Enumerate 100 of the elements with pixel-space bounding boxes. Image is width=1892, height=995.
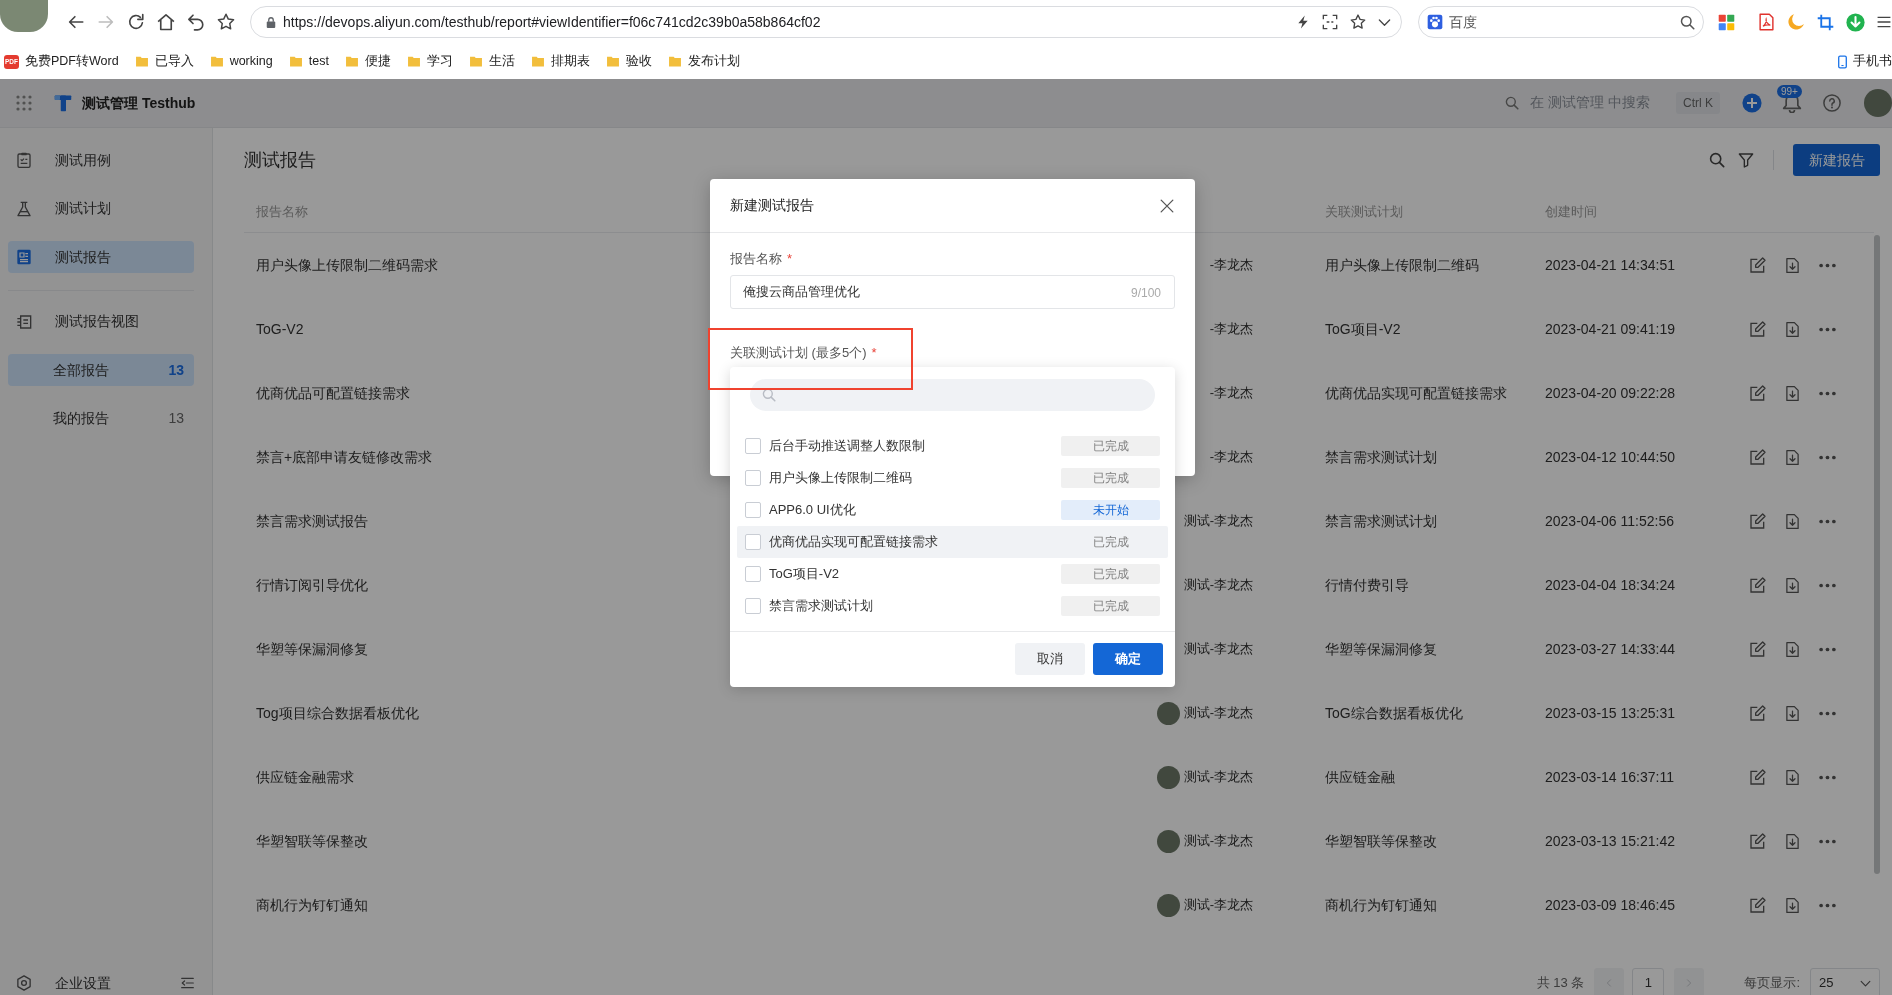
bookmark[interactable]: 学习	[406, 52, 453, 71]
avatar[interactable]	[1864, 89, 1892, 117]
lightning-icon[interactable]	[1296, 14, 1310, 30]
report-name[interactable]: ToG-V2	[256, 318, 304, 340]
report-name[interactable]: 禁言+底部申请友链修改需求	[256, 446, 433, 468]
reload-icon[interactable]	[127, 13, 145, 31]
report-name[interactable]: 行情订阅引导优化	[256, 574, 368, 596]
edit-icon[interactable]	[1750, 385, 1766, 401]
edit-icon[interactable]	[1750, 897, 1766, 913]
report-name[interactable]: 优商优品可配置链接需求	[256, 382, 410, 404]
search-input[interactable]: 百度	[1449, 11, 1674, 33]
plan-option[interactable]: APP6.0 UI优化 未开始	[737, 494, 1168, 526]
view-group-header[interactable]: 测试报告视图	[8, 305, 194, 338]
checkbox[interactable]	[745, 438, 761, 454]
settings-item[interactable]: 企业设置	[16, 972, 111, 994]
page-button[interactable]: 1	[1632, 968, 1665, 995]
more-icon[interactable]	[1819, 902, 1836, 908]
edit-icon[interactable]	[1750, 705, 1766, 721]
file-download-icon[interactable]	[1785, 896, 1800, 914]
checkbox[interactable]	[745, 502, 761, 518]
report-name[interactable]: 华塑智联等保整改	[256, 830, 368, 852]
more-icon[interactable]	[1819, 326, 1836, 332]
plan-option[interactable]: 优商优品实现可配置链接需求 已完成	[737, 526, 1168, 558]
checkbox[interactable]	[745, 470, 761, 486]
view-item[interactable]: 全部报告 13	[8, 354, 194, 386]
more-icon[interactable]	[1819, 454, 1836, 460]
edit-icon[interactable]	[1750, 321, 1766, 337]
report-name[interactable]: 华塑等保漏洞修复	[256, 638, 368, 660]
sidebar-item[interactable]: 测试计划	[8, 192, 194, 225]
edit-icon[interactable]	[1750, 641, 1766, 657]
search-icon[interactable]	[1680, 14, 1695, 30]
checkbox[interactable]	[745, 534, 761, 550]
sidebar-item[interactable]: 测试用例	[8, 144, 194, 176]
report-name[interactable]: Tog项目综合数据看板优化	[256, 702, 419, 724]
plan-option[interactable]: 后台手动推送调整人数限制 已完成	[737, 430, 1168, 462]
close-icon[interactable]	[1160, 198, 1174, 213]
home-icon[interactable]	[157, 13, 175, 31]
edit-icon[interactable]	[1750, 513, 1766, 529]
checkbox[interactable]	[745, 598, 761, 614]
more-icon[interactable]	[1819, 838, 1836, 844]
view-item[interactable]: 我的报告 13	[8, 402, 194, 434]
bookmark[interactable]: 验收	[605, 52, 652, 71]
bookmark[interactable]: 生活	[468, 52, 515, 71]
more-icon[interactable]	[1819, 262, 1836, 268]
bookmark[interactable]: 已导入	[134, 52, 194, 71]
file-download-icon[interactable]	[1785, 256, 1800, 274]
edit-icon[interactable]	[1750, 833, 1766, 849]
bookmark[interactable]: test	[288, 52, 329, 71]
back-icon[interactable]	[67, 13, 85, 31]
report-name[interactable]: 用户头像上传限制二维码需求	[256, 254, 438, 276]
download-icon[interactable]	[1846, 12, 1865, 32]
plan-option[interactable]: 用户头像上传限制二维码 已完成	[737, 462, 1168, 494]
apps-grid-icon[interactable]	[16, 95, 32, 111]
sidebar-item[interactable]: 测试报告	[8, 241, 194, 273]
page-size-select[interactable]: 25	[1810, 968, 1880, 995]
star-icon[interactable]	[1350, 14, 1366, 30]
search-icon[interactable]	[1709, 152, 1725, 168]
edit-icon[interactable]	[1750, 257, 1766, 273]
plan-option[interactable]: ToG项目-V2 已完成	[737, 558, 1168, 590]
screenshot-icon[interactable]	[1322, 14, 1338, 30]
file-download-icon[interactable]	[1785, 640, 1800, 658]
file-download-icon[interactable]	[1785, 576, 1800, 594]
crop-icon[interactable]	[1817, 13, 1834, 31]
cancel-button[interactable]: 取消	[1015, 643, 1085, 675]
file-download-icon[interactable]	[1785, 832, 1800, 850]
more-icon[interactable]	[1819, 646, 1836, 652]
file-download-icon[interactable]	[1785, 384, 1800, 402]
undo-icon[interactable]	[187, 13, 205, 31]
report-name[interactable]: 禁言需求测试报告	[256, 510, 368, 532]
more-icon[interactable]	[1819, 390, 1836, 396]
plan-option[interactable]: 禁言需求测试计划 已完成	[737, 590, 1168, 622]
star-icon[interactable]	[217, 13, 235, 31]
collapse-sidebar-icon[interactable]	[180, 976, 195, 990]
edit-icon[interactable]	[1750, 769, 1766, 785]
file-download-icon[interactable]	[1785, 448, 1800, 466]
more-icon[interactable]	[1819, 710, 1836, 716]
report-name[interactable]: 商机行为钉钉通知	[256, 894, 368, 916]
file-download-icon[interactable]	[1785, 320, 1800, 338]
confirm-button[interactable]: 确定	[1093, 643, 1163, 675]
checkbox[interactable]	[745, 566, 761, 582]
scrollbar-thumb[interactable]	[1874, 235, 1880, 874]
bookmark[interactable]: working	[209, 52, 273, 71]
more-icon[interactable]	[1819, 582, 1836, 588]
bookmark[interactable]: 手机书	[1836, 52, 1892, 71]
more-icon[interactable]	[1819, 518, 1836, 524]
menu-icon[interactable]	[1877, 15, 1891, 29]
add-icon[interactable]	[1742, 93, 1762, 113]
bookmark[interactable]: 发布计划	[667, 52, 740, 71]
profile-photo-placeholder[interactable]	[0, 0, 48, 32]
report-name[interactable]: 供应链金融需求	[256, 766, 354, 788]
file-download-icon[interactable]	[1785, 704, 1800, 722]
file-download-icon[interactable]	[1785, 512, 1800, 530]
edit-icon[interactable]	[1750, 577, 1766, 593]
edit-icon[interactable]	[1750, 449, 1766, 465]
url-field[interactable]: https://devops.aliyun.com/testhub/report#viewIdentifier=f06c741cd2c39b0a58b864cf02	[283, 11, 1290, 33]
filter-icon[interactable]	[1738, 152, 1754, 168]
bookmark[interactable]: 排期表	[530, 52, 590, 71]
more-icon[interactable]	[1819, 774, 1836, 780]
four-squares-icon[interactable]	[1718, 13, 1735, 31]
file-download-icon[interactable]	[1785, 768, 1800, 786]
